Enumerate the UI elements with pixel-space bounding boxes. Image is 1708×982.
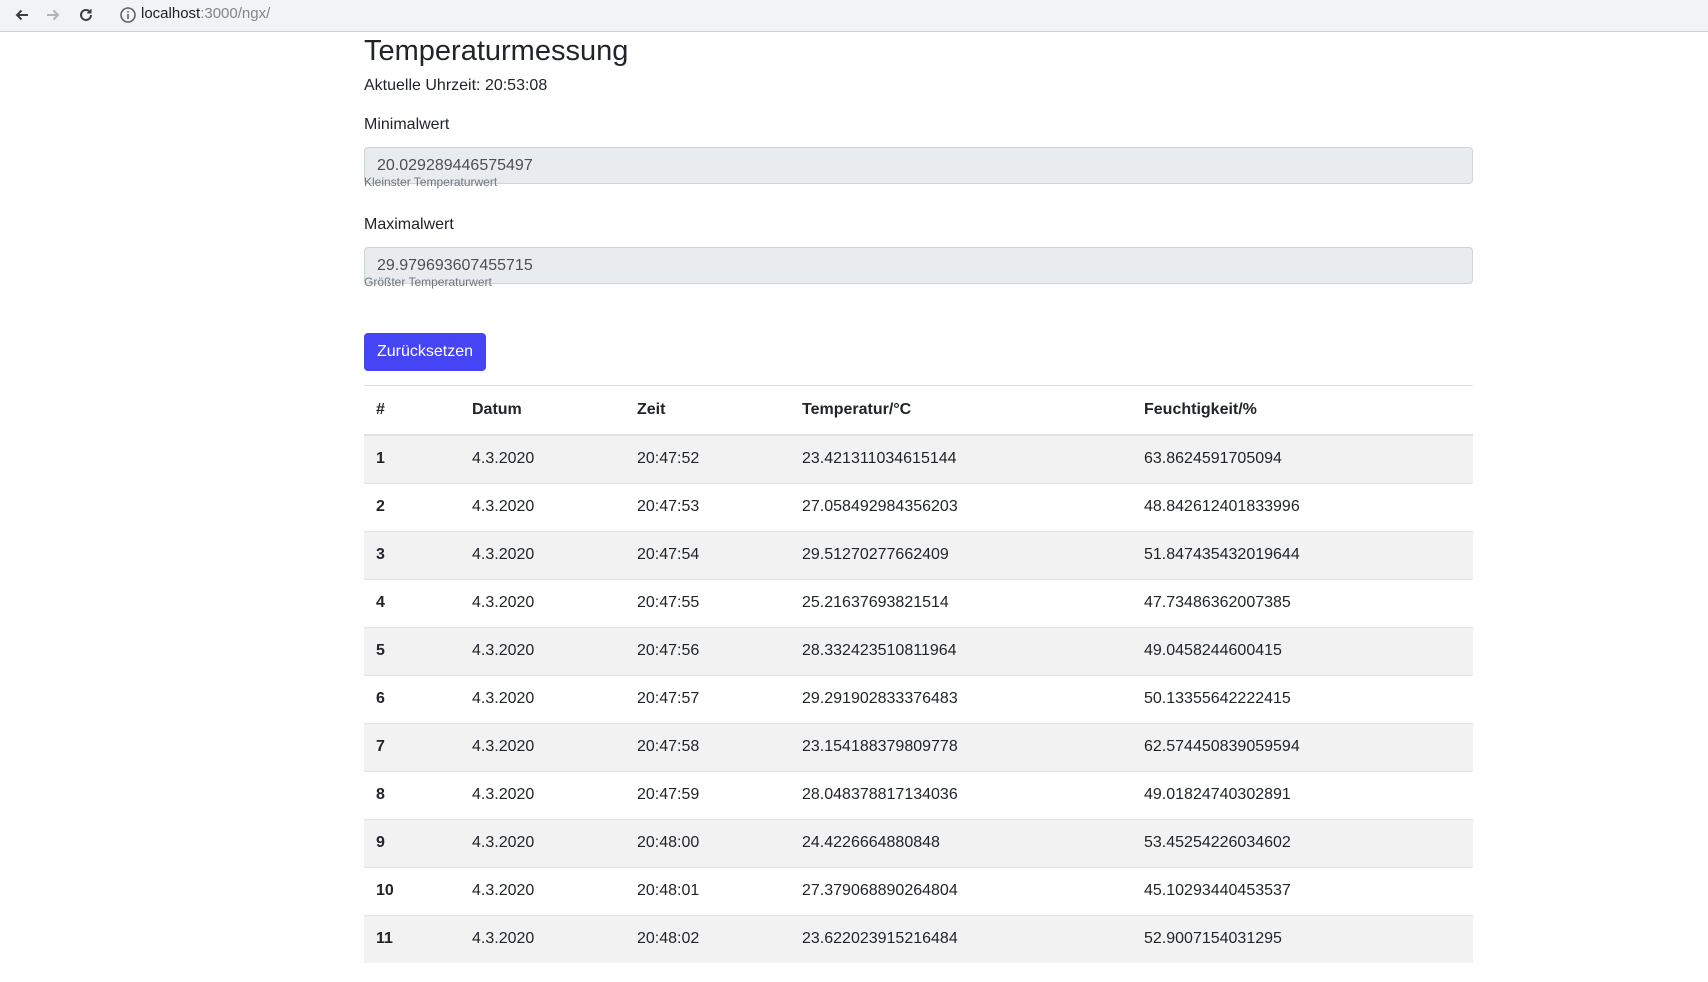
column-header-date: Datum (460, 385, 625, 436)
table-row: 10 4.3.2020 20:48:01 27.379068890264804 45.1… (364, 866, 1473, 915)
page-title: Temperaturmessung (364, 35, 629, 67)
table-row: 5 4.3.2020 20:47:56 28.332423510811964 49.04… (364, 626, 1473, 675)
cell-temperature: 23.154188379809778 (790, 722, 1132, 771)
cell-humidity: 52.9007154031295 (1132, 914, 1473, 963)
cell-time: 20:47:58 (625, 722, 790, 771)
cell-humidity: 63.8624591705094 (1132, 434, 1473, 483)
cell-temperature: 24.4226664880848 (790, 818, 1132, 867)
cell-humidity: 51.847435432019644 (1132, 530, 1473, 579)
cell-date: 4.3.2020 (460, 434, 625, 483)
column-header-temperature: Temperatur/°C (790, 385, 1132, 436)
cell-date: 4.3.2020 (460, 482, 625, 531)
min-help-text: Kleinster Temperaturwert (364, 175, 498, 189)
cell-index: 7 (364, 722, 460, 771)
column-header-index: # (364, 385, 460, 436)
back-arrow-icon[interactable] (9, 2, 35, 28)
max-help-text: Größter Temperaturwert (364, 275, 492, 289)
max-value-field[interactable] (364, 247, 1473, 284)
cell-temperature: 28.332423510811964 (790, 626, 1132, 675)
cell-time: 20:48:02 (625, 914, 790, 963)
cell-index: 11 (364, 914, 460, 963)
table-row: 1 4.3.2020 20:47:52 23.421311034615144 63.86… (364, 434, 1473, 483)
cell-date: 4.3.2020 (460, 530, 625, 579)
cell-time: 20:47:52 (625, 434, 790, 483)
cell-time: 20:47:57 (625, 674, 790, 723)
back-arrow-icon (15, 9, 28, 21)
info-icon[interactable] (118, 5, 138, 25)
forward-arrow-icon (47, 9, 60, 21)
reset-button[interactable]: Zurücksetzen (364, 333, 486, 371)
cell-date: 4.3.2020 (460, 626, 625, 675)
cell-index: 4 (364, 578, 460, 627)
cell-date: 4.3.2020 (460, 722, 625, 771)
min-value-field[interactable] (364, 147, 1473, 184)
table-row: 4 4.3.2020 20:47:55 25.21637693821514 47.734… (364, 578, 1473, 627)
cell-time: 20:47:54 (625, 530, 790, 579)
cell-index: 8 (364, 770, 460, 819)
cell-date: 4.3.2020 (460, 818, 625, 867)
cell-index: 2 (364, 482, 460, 531)
cell-time: 20:47:53 (625, 482, 790, 531)
cell-time: 20:47:55 (625, 578, 790, 627)
table-row: 11 4.3.2020 20:48:02 23.622023915216484 52.9… (364, 914, 1473, 963)
cell-temperature: 28.048378817134036 (790, 770, 1132, 819)
table-body: 1 4.3.2020 20:47:52 23.421311034615144 63.86… (364, 434, 1473, 963)
cell-index: 5 (364, 626, 460, 675)
cell-index: 6 (364, 674, 460, 723)
cell-humidity: 45.10293440453537 (1132, 866, 1473, 915)
cell-temperature: 29.51270277662409 (790, 530, 1132, 579)
cell-date: 4.3.2020 (460, 866, 625, 915)
cell-humidity: 53.45254226034602 (1132, 818, 1473, 867)
url-host: localhost (141, 5, 201, 22)
cell-temperature: 29.291902833376483 (790, 674, 1132, 723)
cell-time: 20:47:56 (625, 626, 790, 675)
table-row: 7 4.3.2020 20:47:58 23.154188379809778 62.57… (364, 722, 1473, 771)
url-path: :3000/ngx/ (200, 5, 271, 22)
reload-icon[interactable] (73, 2, 99, 28)
measurement-table: # Datum Zeit Temperatur/°C Feuchtigkeit/… (364, 385, 1473, 963)
cell-time: 20:47:59 (625, 770, 790, 819)
address-bar[interactable]: localhost:3000/ngx/ (141, 4, 270, 24)
cell-date: 4.3.2020 (460, 578, 625, 627)
cell-index: 10 (364, 866, 460, 915)
table-row: 9 4.3.2020 20:48:00 24.4226664880848 53.4525… (364, 818, 1473, 867)
table-row: 6 4.3.2020 20:47:57 29.291902833376483 50.13… (364, 674, 1473, 723)
cell-index: 3 (364, 530, 460, 579)
cell-humidity: 47.73486362007385 (1132, 578, 1473, 627)
browser-toolbar: localhost:3000/ngx/ (0, 0, 1708, 32)
cell-temperature: 27.058492984356203 (790, 482, 1132, 531)
cell-date: 4.3.2020 (460, 674, 625, 723)
cell-humidity: 49.0458244600415 (1132, 626, 1473, 675)
min-label: Minimalwert (364, 116, 450, 133)
cell-humidity: 62.574450839059594 (1132, 722, 1473, 771)
max-label: Maximalwert (364, 216, 454, 233)
cell-time: 20:48:00 (625, 818, 790, 867)
column-header-time: Zeit (625, 385, 790, 436)
cell-humidity: 50.13355642222415 (1132, 674, 1473, 723)
cell-date: 4.3.2020 (460, 914, 625, 963)
table-header-row: # Datum Zeit Temperatur/°C Feuchtigkeit/… (364, 385, 1473, 436)
cell-temperature: 23.622023915216484 (790, 914, 1132, 963)
cell-index: 9 (364, 818, 460, 867)
table-row: 2 4.3.2020 20:47:53 27.058492984356203 48.84… (364, 482, 1473, 531)
cell-humidity: 49.01824740302891 (1132, 770, 1473, 819)
cell-temperature: 23.421311034615144 (790, 434, 1132, 483)
column-header-humidity: Feuchtigkeit/% (1132, 385, 1473, 436)
cell-time: 20:48:01 (625, 866, 790, 915)
table-row: 3 4.3.2020 20:47:54 29.51270277662409 51.847… (364, 530, 1473, 579)
forward-arrow-icon[interactable] (40, 2, 66, 28)
cell-index: 1 (364, 434, 460, 483)
cell-date: 4.3.2020 (460, 770, 625, 819)
current-time: Aktuelle Uhrzeit: 20:53:08 (364, 77, 548, 94)
cell-humidity: 48.842612401833996 (1132, 482, 1473, 531)
cell-temperature: 25.21637693821514 (790, 578, 1132, 627)
cell-temperature: 27.379068890264804 (790, 866, 1132, 915)
reload-icon (80, 8, 92, 21)
table-row: 8 4.3.2020 20:47:59 28.048378817134036 49.01… (364, 770, 1473, 819)
